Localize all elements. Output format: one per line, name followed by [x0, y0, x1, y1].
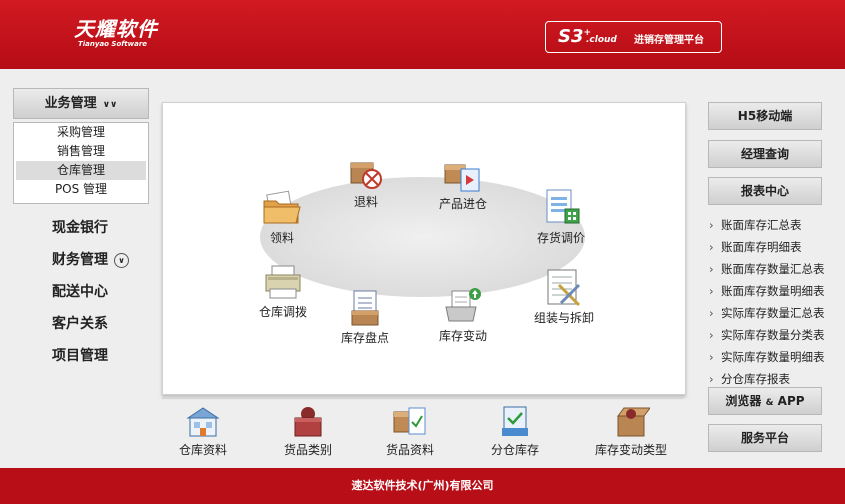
nav-finance[interactable]: 财务管理 ∨ — [52, 249, 162, 269]
node-return-material[interactable]: 退料 — [341, 155, 391, 210]
product-cloud: .cloud — [586, 35, 617, 45]
nav-customer[interactable]: 客户关系 — [52, 313, 162, 333]
nav-finance-label: 财务管理 — [52, 252, 108, 268]
report-item-label: 账面库存明细表 — [721, 240, 802, 254]
report-item-label: 分仓库存报表 — [721, 372, 790, 386]
report-item[interactable]: › 账面库存数量汇总表 — [709, 258, 845, 280]
double-chevron-down-icon: ∨∨ — [102, 100, 118, 110]
folder-icon — [263, 190, 301, 224]
nav-cash-bank[interactable]: 现金银行 — [52, 217, 162, 237]
node-inventory-price[interactable]: 存货调价 — [531, 187, 591, 246]
goods-info-icon — [393, 407, 426, 435]
business-submenu: 采购管理 销售管理 仓库管理 POS 管理 — [13, 122, 149, 204]
expand-circle-icon: ∨ — [114, 253, 129, 268]
printer-icon — [265, 265, 301, 299]
browser-app-button[interactable]: 浏览器 & APP — [708, 387, 822, 415]
node-stocktake-label: 库存盘点 — [340, 331, 389, 345]
bottom-goods-category-label: 货品类别 — [283, 443, 332, 457]
node-stock-change-label: 库存变动 — [438, 329, 487, 343]
service-platform-button[interactable]: 服务平台 — [708, 424, 822, 452]
report-item-label: 账面库存数量明细表 — [721, 284, 825, 298]
report-item-label: 实际库存数量汇总表 — [721, 306, 825, 320]
goods-category-icon — [294, 407, 322, 437]
assembly-tools-icon — [547, 269, 581, 307]
node-inventory-price-label: 存货调价 — [536, 231, 585, 245]
submenu-item-purchase[interactable]: 采购管理 — [14, 123, 148, 142]
branch-stock-icon — [502, 406, 528, 436]
app-label: APP — [777, 394, 805, 408]
platform-name: 进销存管理平台 — [634, 35, 704, 46]
node-pick-material-label: 领料 — [269, 231, 294, 245]
chevron-right-icon: › — [709, 350, 714, 364]
report-item-label: 账面库存数量汇总表 — [721, 262, 825, 276]
product-stockin-icon — [444, 164, 480, 192]
browser-amp: & — [765, 398, 774, 408]
node-product-stockin[interactable]: 产品进仓 — [433, 159, 493, 212]
node-product-stockin-label: 产品进仓 — [438, 197, 487, 211]
nav-distribution[interactable]: 配送中心 — [52, 281, 162, 301]
report-item[interactable]: › 实际库存数量汇总表 — [709, 302, 845, 324]
node-warehouse-transfer-label: 仓库调拨 — [258, 305, 307, 319]
bottom-goods-info[interactable]: 货品资料 — [379, 404, 441, 458]
node-stock-change[interactable]: 库存变动 — [433, 285, 493, 344]
product-s3: S3 — [558, 26, 584, 47]
report-list: › 账面库存汇总表 › 账面库存明细表 › 账面库存数量汇总表 › 账面库存数量明细表 … — [709, 214, 845, 390]
bottom-branch-stock-label: 分仓库存 — [490, 443, 539, 457]
report-item[interactable]: › 实际库存数量明细表 — [709, 346, 845, 368]
chevron-right-icon: › — [709, 306, 714, 320]
stock-change-tray-icon — [445, 288, 481, 322]
browser-label: 浏览器 — [725, 394, 762, 408]
report-item-label: 账面库存汇总表 — [721, 218, 802, 232]
bottom-goods-category[interactable]: 货品类别 — [277, 404, 339, 458]
price-sheet-icon — [546, 189, 580, 224]
report-item-label: 实际库存数量明细表 — [721, 350, 825, 364]
node-warehouse-transfer[interactable]: 仓库调拨 — [253, 263, 313, 320]
report-item[interactable]: › 账面库存明细表 — [709, 236, 845, 258]
chevron-right-icon: › — [709, 284, 714, 298]
stock-change-type-icon — [617, 407, 650, 437]
node-stocktake[interactable]: 库存盘点 — [335, 289, 395, 346]
chevron-right-icon: › — [709, 262, 714, 276]
return-box-icon — [350, 162, 382, 189]
logo-en: Tianyao Software — [78, 40, 148, 48]
chevron-right-icon: › — [709, 328, 714, 342]
submenu-item-sales[interactable]: 销售管理 — [14, 142, 148, 161]
manager-query-button[interactable]: 经理查询 — [708, 140, 822, 168]
product-brand: S3+ .cloud 进销存管理平台 — [545, 21, 722, 53]
node-return-material-label: 退料 — [353, 195, 378, 209]
report-center-button[interactable]: 报表中心 — [708, 177, 822, 205]
bottom-goods-info-label: 货品资料 — [385, 443, 434, 457]
clipboard-box-icon — [351, 290, 379, 326]
submenu-item-warehouse[interactable]: 仓库管理 — [16, 161, 146, 180]
business-group-title: 业务管理 — [44, 96, 97, 111]
warehouse-flow-panel: 退料 产品进仓 领料 存货调价 仓库调拨 组装与拆卸 库存盘点 库存变动 — [162, 102, 686, 395]
bottom-divider — [162, 397, 684, 399]
submenu-item-pos[interactable]: POS 管理 — [14, 180, 148, 199]
report-item[interactable]: › 账面库存汇总表 — [709, 214, 845, 236]
bottom-stock-change-type[interactable]: 库存变动类型 — [590, 404, 672, 458]
logo-cn: 天耀软件 — [74, 17, 158, 41]
chevron-right-icon: › — [709, 218, 714, 232]
report-item[interactable]: › 账面库存数量明细表 — [709, 280, 845, 302]
bottom-branch-stock[interactable]: 分仓库存 — [484, 404, 546, 458]
report-item[interactable]: › 实际库存数量分类表 — [709, 324, 845, 346]
node-assemble-disassemble-label: 组装与拆卸 — [533, 311, 594, 325]
nav-project[interactable]: 项目管理 — [52, 345, 162, 365]
company-logo: 天耀软件 Tianyao Software — [74, 18, 158, 49]
node-pick-material[interactable]: 领料 — [257, 189, 307, 246]
node-assemble-disassemble[interactable]: 组装与拆卸 — [529, 267, 599, 326]
h5-mobile-button[interactable]: H5移动端 — [708, 102, 822, 130]
warehouse-building-icon — [186, 407, 220, 437]
chevron-right-icon: › — [709, 240, 714, 254]
bottom-stock-change-type-label: 库存变动类型 — [594, 443, 667, 457]
bottom-warehouse-info-label: 仓库资料 — [178, 443, 227, 457]
business-group-header[interactable]: 业务管理 ∨∨ — [13, 88, 149, 119]
bottom-warehouse-info[interactable]: 仓库资料 — [172, 404, 234, 458]
app-header: 天耀软件 Tianyao Software S3+ .cloud 进销存管理平台 — [0, 0, 845, 69]
report-item-label: 实际库存数量分类表 — [721, 328, 825, 342]
footer-company: 速达软件技术(广州)有限公司 — [0, 468, 845, 504]
